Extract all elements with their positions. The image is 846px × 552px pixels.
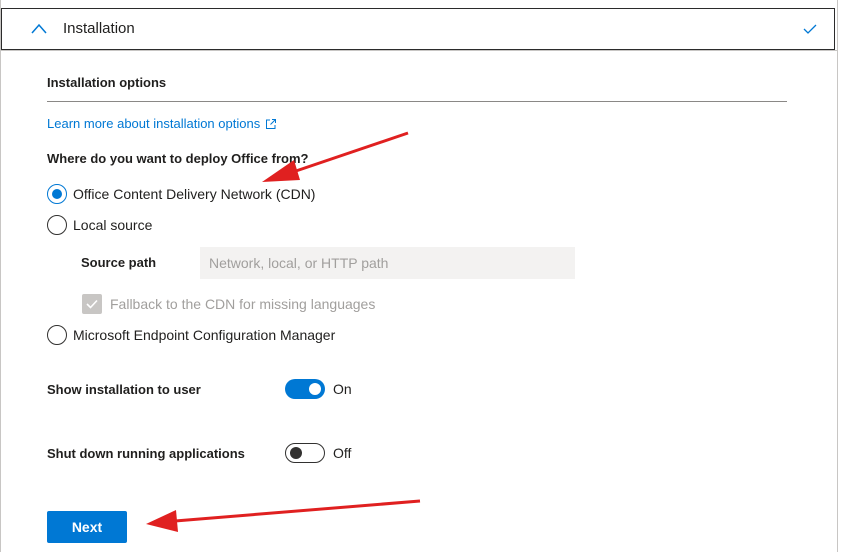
- show-installation-toggle[interactable]: [285, 379, 325, 399]
- installation-section-header[interactable]: Installation: [1, 8, 835, 50]
- options-divider: [47, 101, 787, 102]
- learn-more-link[interactable]: Learn more about installation options: [47, 116, 277, 131]
- radio-mecm-button[interactable]: [47, 325, 67, 345]
- show-installation-state: On: [333, 381, 352, 397]
- radio-local-source-button[interactable]: [47, 215, 67, 235]
- fallback-cdn-label: Fallback to the CDN for missing language…: [110, 296, 376, 312]
- checkmark-icon: [803, 24, 817, 34]
- deploy-source-question: Where do you want to deploy Office from?: [47, 151, 309, 166]
- radio-mecm-label[interactable]: Microsoft Endpoint Configuration Manager: [73, 327, 335, 343]
- shutdown-apps-label: Shut down running applications: [47, 446, 245, 461]
- shutdown-apps-state: Off: [333, 445, 352, 461]
- radio-cdn-button[interactable]: [47, 184, 67, 204]
- fallback-cdn-checkbox-row[interactable]: Fallback to the CDN for missing language…: [82, 294, 375, 314]
- radio-mecm[interactable]: Microsoft Endpoint Configuration Manager: [47, 325, 335, 345]
- installation-options-heading: Installation options: [47, 75, 167, 90]
- header-divider: [0, 50, 838, 51]
- checkbox-check-icon: [86, 299, 98, 309]
- installation-page: Installation Installation options Learn …: [0, 0, 846, 552]
- radio-local-source[interactable]: Local source: [47, 215, 152, 235]
- source-path-label: Source path: [81, 255, 157, 270]
- chevron-up-icon[interactable]: [30, 22, 48, 36]
- external-link-icon: [266, 118, 277, 129]
- radio-cdn-label[interactable]: Office Content Delivery Network (CDN): [73, 186, 315, 202]
- learn-more-link-text[interactable]: Learn more about installation options: [47, 116, 260, 131]
- radio-cdn[interactable]: Office Content Delivery Network (CDN): [47, 184, 315, 204]
- show-installation-label: Show installation to user: [47, 382, 201, 397]
- shutdown-apps-toggle[interactable]: [285, 443, 325, 463]
- section-title: Installation: [63, 20, 135, 37]
- source-path-input[interactable]: [200, 247, 575, 279]
- fallback-cdn-checkbox[interactable]: [82, 294, 102, 314]
- next-button[interactable]: Next: [47, 511, 127, 543]
- radio-local-source-label[interactable]: Local source: [73, 217, 152, 233]
